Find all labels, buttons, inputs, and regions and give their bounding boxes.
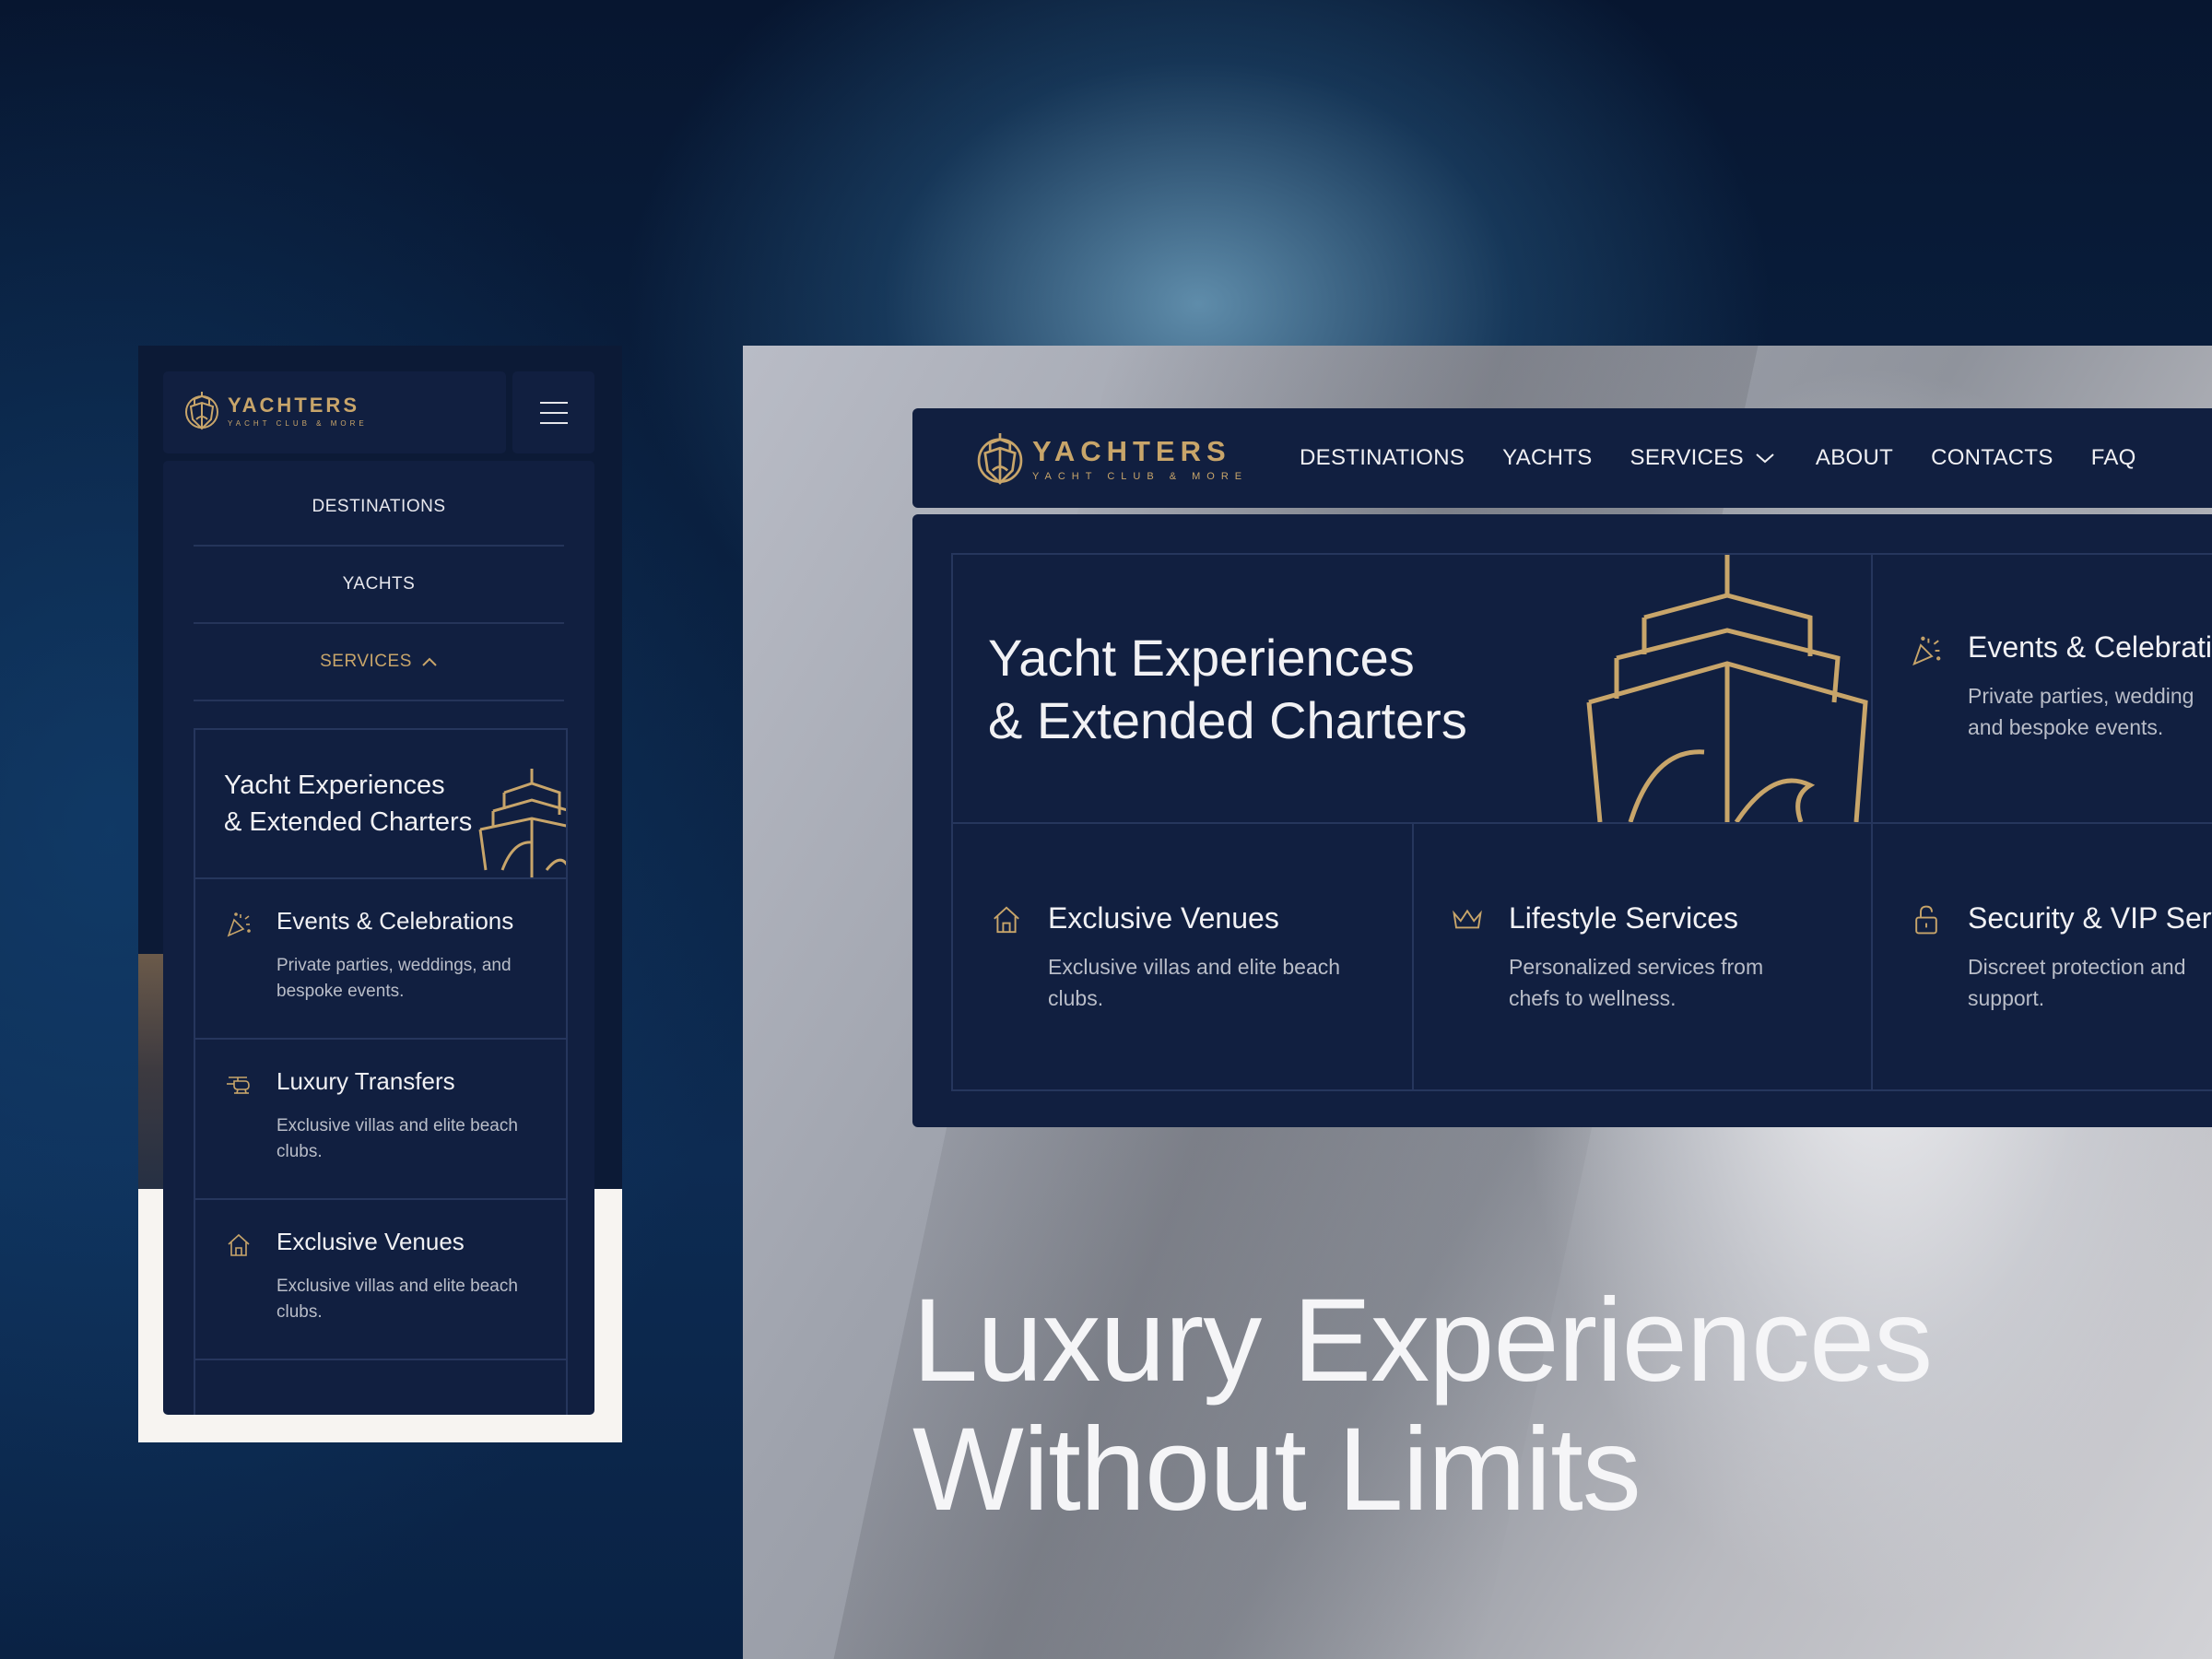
- desktop-service-venues[interactable]: Exclusive Venues Exclusive villas and el…: [953, 824, 1412, 1089]
- service-description-line1: Exclusive villas and elite beach: [1048, 955, 1341, 979]
- home-icon: [228, 1233, 250, 1256]
- service-description: Personalized services from chefs to well…: [1509, 951, 1763, 1014]
- service-description-line2: chefs to wellness.: [1509, 986, 1677, 1010]
- nav-services[interactable]: SERVICES: [1630, 445, 1775, 471]
- desktop-nav-menu: DESTINATIONS YACHTS SERVICES ABOUT CONTA…: [1300, 408, 2174, 508]
- brand-tagline: YACHT CLUB & MORE: [1032, 470, 1249, 482]
- hero-headline: Luxury Experiences Without Limits: [912, 1275, 1933, 1535]
- mobile-nav-yachts[interactable]: YACHTS: [194, 546, 564, 624]
- services-grid: Yacht Experiences & Extended Charters Ev…: [951, 553, 2212, 1091]
- service-description-line2: clubs.: [1048, 986, 1104, 1010]
- feature-title-line1: Yacht Experiences: [224, 771, 445, 800]
- desktop-logo[interactable]: YACHTERS YACHT CLUB & MORE: [975, 427, 1248, 489]
- brand-name: YACHTERS: [228, 393, 359, 417]
- mobile-nav-destinations[interactable]: DESTINATIONS: [194, 468, 564, 547]
- service-title: Events & Celebrati: [1968, 630, 2212, 664]
- service-title: Events & Celebrations: [276, 907, 514, 935]
- brand-tagline: YACHT CLUB & MORE: [228, 418, 368, 428]
- crown-icon: [1453, 909, 1482, 929]
- service-description-line2: support.: [1968, 986, 2045, 1010]
- party-popper-icon: [1912, 636, 1941, 666]
- service-description: Exclusive villas and elite beach clubs.: [276, 1277, 518, 1322]
- service-title: Exclusive Venues: [276, 1228, 465, 1255]
- chevron-down-icon: [1756, 453, 1774, 464]
- hamburger-menu-button[interactable]: [512, 371, 594, 453]
- service-title: Security & VIP Serv: [1968, 901, 2212, 935]
- service-title: Luxury Transfers: [276, 1067, 455, 1095]
- mobile-service-venues[interactable]: Exclusive Venues Exclusive villas and el…: [195, 1200, 566, 1360]
- hero-line1: Luxury Experiences: [912, 1275, 1933, 1406]
- hamburger-icon: [540, 402, 568, 404]
- mobile-service-transfers[interactable]: Luxury Transfers Exclusive villas and el…: [195, 1040, 566, 1200]
- mobile-logo[interactable]: YACHTERS YACHT CLUB & MORE: [183, 388, 368, 432]
- nav-contacts[interactable]: CONTACTS: [1931, 445, 2053, 471]
- mobile-nav-services[interactable]: SERVICES: [194, 623, 564, 701]
- mobile-mockup: YACHTERS YACHT CLUB & MORE DESTINATIONS …: [138, 346, 622, 1442]
- brand-name: YACHTERS: [1032, 434, 1231, 467]
- nav-destinations[interactable]: DESTINATIONS: [1300, 445, 1465, 471]
- service-description: Private parties, wedding and bespoke eve…: [1968, 680, 2194, 743]
- hamburger-icon-line: [540, 412, 568, 414]
- desktop-service-events[interactable]: Events & Celebrati Private parties, wedd…: [1873, 555, 2212, 824]
- feature-title-line2: & Extended Charters: [988, 691, 1467, 749]
- service-description: Exclusive villas and elite beach clubs.: [1048, 951, 1340, 1014]
- helicopter-icon: [227, 1077, 250, 1094]
- nav-services-label: SERVICES: [1630, 445, 1744, 470]
- nav-label: DESTINATIONS: [312, 496, 446, 516]
- mobile-services-list: Yacht Experiences & Extended Charters Ev…: [194, 728, 568, 1415]
- desktop-service-security[interactable]: Security & VIP Serv Discreet protection …: [1873, 824, 2212, 1089]
- services-dropdown-panel: Yacht Experiences & Extended Charters Ev…: [912, 514, 2212, 1127]
- desktop-feature-card[interactable]: Yacht Experiences & Extended Charters: [953, 555, 1873, 824]
- feature-title-line1: Yacht Experiences: [988, 629, 1415, 687]
- nav-label: SERVICES: [320, 651, 412, 671]
- feature-title-line2: & Extended Charters: [224, 807, 473, 837]
- mobile-header: YACHTERS YACHT CLUB & MORE: [163, 371, 506, 453]
- hero-line2: Without Limits: [912, 1404, 1641, 1535]
- nav-about[interactable]: ABOUT: [1816, 445, 1893, 471]
- home-icon: [994, 906, 1019, 934]
- service-description: Private parties, weddings, and bespoke e…: [276, 956, 512, 1001]
- service-description-line2: and bespoke events.: [1968, 715, 2164, 739]
- desktop-mockup: YACHTERS YACHT CLUB & MORE DESTINATIONS …: [743, 346, 2212, 1659]
- mobile-service-events[interactable]: Events & Celebrations Private parties, w…: [195, 879, 566, 1040]
- chevron-up-icon: [422, 657, 437, 666]
- service-title: Lifestyle Services: [1509, 901, 1738, 935]
- yacht-logo-icon: [977, 433, 1023, 485]
- party-popper-icon: [227, 912, 251, 937]
- nav-yachts[interactable]: YACHTS: [1502, 445, 1592, 471]
- mobile-feature-card[interactable]: Yacht Experiences & Extended Charters: [195, 730, 566, 879]
- service-description: Exclusive villas and elite beach clubs.: [276, 1116, 518, 1161]
- service-description: Discreet protection and support.: [1968, 951, 2186, 1014]
- unlock-icon: [1915, 905, 1937, 935]
- yacht-logo-icon: [185, 392, 218, 430]
- service-description-line1: Personalized services from: [1509, 955, 1764, 979]
- mobile-menu-panel: DESTINATIONS YACHTS SERVICES Yacht Exper…: [163, 461, 594, 1415]
- service-title: Exclusive Venues: [1048, 901, 1279, 935]
- yacht-bow-illustration-icon: [478, 769, 566, 877]
- service-description-line1: Private parties, wedding: [1968, 684, 2194, 708]
- nav-label: YACHTS: [342, 573, 416, 594]
- nav-faq[interactable]: FAQ: [2091, 445, 2136, 471]
- desktop-navbar: YACHTERS YACHT CLUB & MORE DESTINATIONS …: [912, 408, 2212, 508]
- hamburger-icon-line: [540, 422, 568, 424]
- service-description-line1: Discreet protection and: [1968, 955, 2186, 979]
- desktop-service-lifestyle[interactable]: Lifestyle Services Personalized services…: [1414, 824, 1871, 1089]
- yacht-bow-illustration-icon: [1586, 555, 1868, 822]
